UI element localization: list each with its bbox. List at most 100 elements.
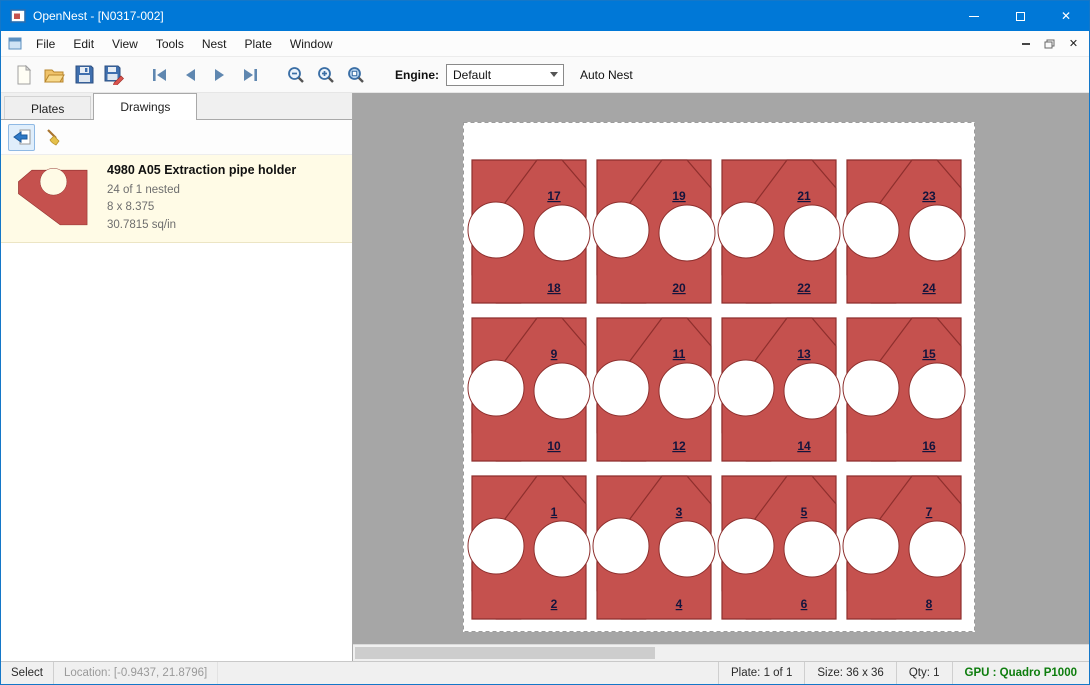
part-number[interactable]: 15 [922,347,936,361]
nest-canvas: 17 18 19 20 21 22 [353,93,1089,644]
horizontal-scrollbar-thumb[interactable] [355,647,655,659]
engine-label: Engine: [395,68,439,82]
title-bar: OpenNest - [N0317-002] ✕ [1,1,1089,31]
part-number[interactable]: 7 [926,505,933,519]
nest-pair[interactable]: 15 16 [843,318,965,461]
nest-pair[interactable]: 13 14 [718,318,840,461]
engine-dropdown[interactable]: Default [446,64,564,86]
menu-item-tools[interactable]: Tools [147,31,193,56]
close-button[interactable]: ✕ [1043,1,1089,31]
minimize-icon [969,16,979,17]
zoom-fit-button[interactable] [341,60,371,90]
part-number[interactable]: 1 [551,505,558,519]
nest-pair[interactable]: 9 10 [468,318,590,461]
part-number[interactable]: 21 [797,189,811,203]
nest-pair[interactable]: 5 6 [718,476,840,619]
left-panel: Plates Drawings 4980 A0 [1,93,353,661]
main-area: Plates Drawings 4980 A0 [1,93,1089,661]
tab-strip: Plates Drawings [1,93,352,120]
horizontal-scrollbar[interactable] [353,644,1089,661]
drawing-title: 4980 A05 Extraction pipe holder [107,163,296,177]
import-drawing-button[interactable] [8,124,35,151]
part-number[interactable]: 10 [547,439,561,453]
status-plate: Plate: 1 of 1 [718,662,804,684]
tab-drawings[interactable]: Drawings [93,93,197,120]
part-number[interactable]: 16 [922,439,936,453]
new-page-icon [15,65,33,85]
part-number[interactable]: 11 [673,347,686,361]
part-number[interactable]: 5 [801,505,808,519]
minimize-button[interactable] [951,1,997,31]
part-number[interactable]: 19 [672,189,686,203]
zoom-out-button[interactable] [281,60,311,90]
part-number[interactable]: 12 [672,439,686,453]
nest-pair[interactable]: 1 2 [468,476,590,619]
part-number[interactable]: 24 [922,281,936,295]
drawings-list-empty-space [1,243,352,661]
part-number[interactable]: 17 [547,189,561,203]
save-button[interactable] [69,60,99,90]
part-number[interactable]: 6 [801,597,808,611]
menu-item-edit[interactable]: Edit [64,31,103,56]
open-folder-icon [43,66,65,84]
next-plate-button[interactable] [205,60,235,90]
mdi-minimize-icon [1022,43,1030,45]
mdi-restore-icon [1044,39,1055,49]
part-number[interactable]: 18 [547,281,561,295]
zoom-in-button[interactable] [311,60,341,90]
save-edit-button[interactable] [99,60,129,90]
part-number[interactable]: 3 [676,505,683,519]
nest-pair[interactable]: 3 4 [593,476,715,619]
maximize-icon [1016,12,1025,21]
drawing-dimensions: 8 x 8.375 [107,199,296,216]
mdi-child-icon[interactable] [8,37,22,50]
menu-item-view[interactable]: View [103,31,147,56]
menu-item-nest[interactable]: Nest [193,31,236,56]
part-thumbnail [11,168,95,228]
new-button[interactable] [9,60,39,90]
part-number[interactable]: 8 [926,597,933,611]
drawings-panel: 4980 A05 Extraction pipe holder 24 of 1 … [1,119,352,661]
status-spacer [218,662,718,684]
part-number[interactable]: 4 [676,597,683,611]
drawing-list-item[interactable]: 4980 A05 Extraction pipe holder 24 of 1 … [1,155,352,243]
clean-drawings-button[interactable] [40,124,67,151]
part-number[interactable]: 2 [551,597,558,611]
mdi-minimize-button[interactable] [1015,34,1036,53]
part-number[interactable]: 14 [797,439,811,453]
part-number[interactable]: 13 [797,347,811,361]
part-number[interactable]: 23 [922,189,936,203]
nest-pair[interactable]: 23 24 [843,160,965,303]
menu-item-plate[interactable]: Plate [236,31,281,56]
nest-pair[interactable]: 17 18 [468,160,590,303]
nest-pair[interactable]: 19 20 [593,160,715,303]
previous-plate-button[interactable] [175,60,205,90]
nest-pair[interactable]: 7 8 [843,476,965,619]
menu-bar: File Edit View Tools Nest Plate Window ✕ [1,31,1089,57]
nest-pair[interactable]: 21 22 [718,160,840,303]
arrow-right-icon [211,67,229,83]
broom-icon [44,127,64,147]
chevron-down-icon[interactable] [545,72,563,77]
plate-sheet: 17 18 19 20 21 22 [463,122,975,632]
zoom-fit-icon [346,65,366,85]
open-button[interactable] [39,60,69,90]
mdi-close-button[interactable]: ✕ [1063,34,1084,53]
part-number[interactable]: 9 [551,347,558,361]
part-number[interactable]: 20 [672,281,686,295]
part-number[interactable]: 22 [797,281,811,295]
nest-pair[interactable]: 11 12 [593,318,715,461]
skip-to-end-icon [240,67,260,83]
canvas-column: 17 18 19 20 21 22 [353,93,1089,661]
menu-item-window[interactable]: Window [281,31,342,56]
menu-item-file[interactable]: File [27,31,64,56]
last-plate-button[interactable] [235,60,265,90]
window-title: OpenNest - [N0317-002] [33,9,164,23]
first-plate-button[interactable] [145,60,175,90]
close-icon: ✕ [1061,9,1071,23]
mdi-restore-button[interactable] [1039,34,1060,53]
maximize-button[interactable] [997,1,1043,31]
auto-nest-button[interactable]: Auto Nest [580,68,633,82]
engine-dropdown-value: Default [447,68,545,82]
tab-plates[interactable]: Plates [4,96,91,120]
